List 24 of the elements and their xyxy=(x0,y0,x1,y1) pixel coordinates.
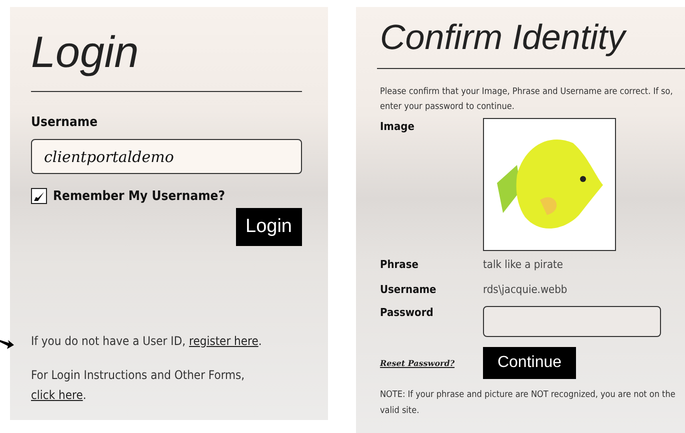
password-input[interactable] xyxy=(483,306,661,337)
remember-checkbox[interactable] xyxy=(31,188,47,204)
check-icon xyxy=(33,190,45,202)
register-text: If you do not have a User ID, register here. xyxy=(31,333,263,350)
intro-text: Please confirm that your Image, Phrase and Username are correct. If so, enter your password to continue. xyxy=(380,86,674,114)
click-here-link[interactable]: click here xyxy=(31,388,83,402)
username-value: rds\jacquie.webb xyxy=(483,283,568,296)
username-label: Username xyxy=(31,115,99,130)
reset-password-link[interactable]: Reset Password? xyxy=(380,358,483,368)
image-label: Image xyxy=(380,120,416,133)
login-title: Login xyxy=(31,27,140,79)
arrow-icon xyxy=(0,339,14,349)
note-text: NOTE: If your phrase and picture are NOT recognized, you are not on the valid site. xyxy=(380,389,676,418)
password-label: Password xyxy=(380,306,434,319)
username-input[interactable]: clientportaldemo xyxy=(31,139,302,174)
username-label: Username xyxy=(380,283,438,296)
remember-label: Remember My Username? xyxy=(53,188,226,204)
login-button[interactable]: Login xyxy=(236,208,302,246)
phrase-value: talk like a pirate xyxy=(483,258,564,271)
continue-button[interactable]: Continue xyxy=(483,347,576,379)
phrase-label: Phrase xyxy=(380,258,420,271)
confirm-title: Confirm Identity xyxy=(380,17,628,59)
register-link[interactable]: register here xyxy=(189,334,258,348)
forms-text: For Login Instructions and Other Forms, click here. xyxy=(31,367,246,404)
